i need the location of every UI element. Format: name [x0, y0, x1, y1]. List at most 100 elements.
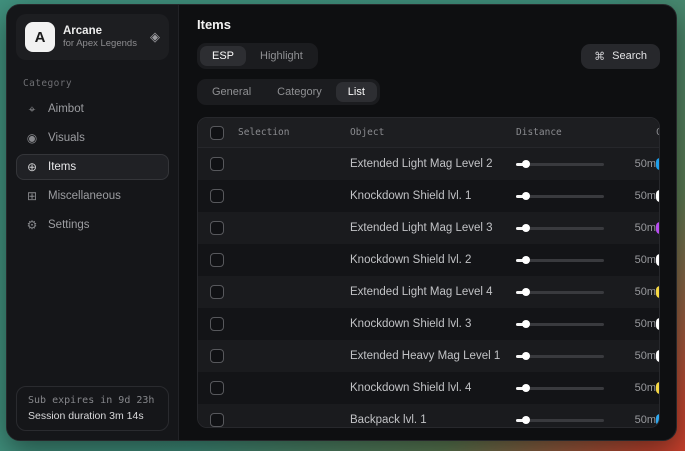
sidebar-item-label: Visuals [48, 132, 85, 144]
sidebar-item-aimbot[interactable]: ⌖ Aimbot [16, 96, 169, 122]
app-logo: A [25, 22, 55, 52]
row-checkbox[interactable] [210, 413, 224, 427]
slider-handle[interactable] [522, 320, 530, 328]
mode-tab-group: ESPHighlight [197, 43, 318, 69]
color-swatch[interactable] [656, 158, 660, 170]
row-checkbox[interactable] [210, 349, 224, 363]
table-row: Backpack lvl. 1 50m [198, 404, 659, 428]
col-header-selection: Selection [238, 127, 350, 138]
table-row: Knockdown Shield lvl. 4 50m [198, 372, 659, 404]
subscription-status-card: Sub expires in 9d 23h Session duration 3… [16, 386, 169, 431]
table-header-row: Selection Object Distance Color [198, 118, 659, 148]
distance-slider[interactable] [516, 291, 604, 294]
page-title: Items [197, 17, 660, 32]
distance-slider[interactable] [516, 387, 604, 390]
table-row: Extended Light Mag Level 3 50m [198, 212, 659, 244]
app-subtitle: for Apex Legends [63, 38, 142, 50]
distance-slider[interactable] [516, 323, 604, 326]
slider-handle[interactable] [522, 384, 530, 392]
slider-handle[interactable] [522, 160, 530, 168]
col-header-color: Color [656, 127, 660, 138]
table-row: Knockdown Shield lvl. 2 50m [198, 244, 659, 276]
table-row: Extended Light Mag Level 2 50m [198, 148, 659, 180]
row-checkbox[interactable] [210, 317, 224, 331]
app-name: Arcane [63, 24, 142, 38]
color-swatch[interactable] [656, 190, 660, 202]
color-swatch[interactable] [656, 222, 660, 234]
sidebar: A Arcane for Apex Legends ◈ Category ⌖ A… [7, 5, 179, 440]
object-name: Extended Light Mag Level 4 [350, 286, 516, 298]
slider-handle[interactable] [522, 288, 530, 296]
distance-value: 50m [618, 382, 656, 394]
table-row: Knockdown Shield lvl. 3 50m [198, 308, 659, 340]
crosshair-icon: ⌖ [25, 102, 39, 117]
object-name: Extended Light Mag Level 2 [350, 158, 516, 170]
table-body: Extended Light Mag Level 2 50m Knockdown… [198, 148, 659, 428]
sidebar-item-label: Items [48, 161, 76, 173]
color-swatch[interactable] [656, 254, 660, 266]
row-checkbox[interactable] [210, 221, 224, 235]
sidebar-item-visuals[interactable]: ◉ Visuals [16, 125, 169, 151]
distance-slider[interactable] [516, 259, 604, 262]
tab-general[interactable]: General [200, 82, 263, 102]
distance-slider[interactable] [516, 419, 604, 422]
sidebar-item-miscellaneous[interactable]: ⊞ Miscellaneous [16, 183, 169, 209]
select-all-checkbox[interactable] [210, 126, 224, 140]
object-name: Extended Heavy Mag Level 1 [350, 350, 516, 362]
sidebar-item-label: Aimbot [48, 103, 84, 115]
command-icon: ⌘ [594, 50, 605, 63]
sub-expiry-text: Sub expires in 9d 23h [28, 395, 157, 406]
main-panel: Items ESPHighlight ⌘ Search GeneralCateg… [179, 5, 676, 440]
slider-handle[interactable] [522, 416, 530, 424]
tab-list[interactable]: List [336, 82, 377, 102]
slider-handle[interactable] [522, 352, 530, 360]
distance-slider[interactable] [516, 355, 604, 358]
col-header-object: Object [350, 127, 516, 138]
tab-esp[interactable]: ESP [200, 46, 246, 66]
sidebar-item-items[interactable]: ⊕ Items [16, 154, 169, 180]
tab-highlight[interactable]: Highlight [248, 46, 315, 66]
object-name: Knockdown Shield lvl. 4 [350, 382, 516, 394]
distance-value: 50m [618, 318, 656, 330]
app-window: A Arcane for Apex Legends ◈ Category ⌖ A… [6, 4, 677, 441]
eye-icon: ◉ [25, 131, 39, 145]
tab-category[interactable]: Category [265, 82, 334, 102]
row-checkbox[interactable] [210, 253, 224, 267]
color-swatch[interactable] [656, 350, 660, 362]
object-name: Knockdown Shield lvl. 3 [350, 318, 516, 330]
row-checkbox[interactable] [210, 157, 224, 171]
slider-handle[interactable] [522, 224, 530, 232]
slider-handle[interactable] [522, 192, 530, 200]
sidebar-item-label: Miscellaneous [48, 190, 121, 202]
color-swatch[interactable] [656, 382, 660, 394]
distance-slider[interactable] [516, 227, 604, 230]
theme-icon[interactable]: ◈ [150, 29, 160, 45]
distance-value: 50m [618, 286, 656, 298]
color-swatch[interactable] [656, 318, 660, 330]
distance-value: 50m [618, 254, 656, 266]
gear-icon: ⚙ [25, 218, 39, 232]
brand-card: A Arcane for Apex Legends ◈ [16, 14, 169, 60]
row-checkbox[interactable] [210, 285, 224, 299]
target-icon: ⊕ [25, 160, 39, 174]
sidebar-item-settings[interactable]: ⚙ Settings [16, 212, 169, 238]
distance-slider[interactable] [516, 195, 604, 198]
row-checkbox[interactable] [210, 189, 224, 203]
object-name: Extended Light Mag Level 3 [350, 222, 516, 234]
sidebar-section-label: Category [23, 78, 162, 89]
col-header-distance: Distance [516, 127, 618, 138]
row-checkbox[interactable] [210, 381, 224, 395]
object-name: Knockdown Shield lvl. 1 [350, 190, 516, 202]
distance-value: 50m [618, 222, 656, 234]
distance-slider[interactable] [516, 163, 604, 166]
color-swatch[interactable] [656, 414, 660, 426]
grid-icon: ⊞ [25, 189, 39, 203]
distance-value: 50m [618, 158, 656, 170]
search-button[interactable]: ⌘ Search [581, 44, 660, 69]
table-row: Extended Light Mag Level 4 50m [198, 276, 659, 308]
slider-handle[interactable] [522, 256, 530, 264]
view-tab-group: GeneralCategoryList [197, 79, 380, 105]
search-button-label: Search [612, 50, 647, 62]
color-swatch[interactable] [656, 286, 660, 298]
object-name: Knockdown Shield lvl. 2 [350, 254, 516, 266]
